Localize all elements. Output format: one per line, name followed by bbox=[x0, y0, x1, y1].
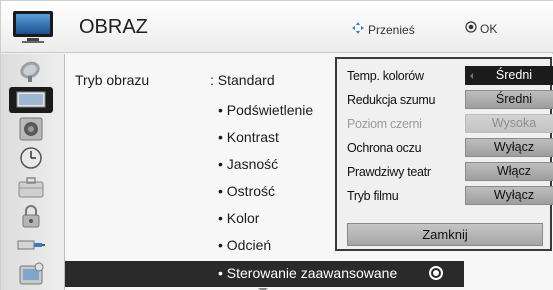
navigation-arrows-icon bbox=[351, 21, 365, 38]
arrow-left-icon[interactable] bbox=[470, 73, 473, 79]
menu-item-color[interactable]: • Kolor bbox=[218, 210, 259, 226]
setting-value[interactable]: Wyłącz bbox=[465, 186, 553, 205]
close-button[interactable]: Zamknij bbox=[347, 223, 543, 246]
setting-color-temperature[interactable]: Temp. kolorów Średni bbox=[347, 66, 553, 86]
setting-value-selector[interactable]: Średni bbox=[465, 66, 553, 85]
move-hint-label: Przenieś bbox=[368, 22, 415, 37]
setting-value[interactable]: Wyłącz bbox=[465, 138, 553, 157]
setting-label: Poziom czerni bbox=[347, 117, 422, 131]
ok-hint: OK bbox=[465, 21, 497, 36]
support-icon[interactable] bbox=[9, 261, 53, 287]
setting-noise-reduction[interactable]: Redukcja szumu Średni bbox=[347, 90, 553, 110]
suitcase-icon[interactable] bbox=[9, 174, 53, 200]
setting-value: Średni bbox=[495, 68, 533, 82]
tv-icon bbox=[11, 9, 55, 45]
category-sidebar bbox=[1, 54, 65, 290]
menu-header: OBRAZ Przenieś OK bbox=[1, 1, 553, 53]
setting-label: Ochrona oczu bbox=[347, 141, 422, 155]
ok-hint-label: OK bbox=[480, 21, 498, 36]
menu-item-advanced-control-label: • Sterowanie zaawansowane bbox=[218, 265, 398, 281]
menu-item-brightness[interactable]: • Jasność bbox=[218, 156, 278, 172]
picture-mode-value[interactable]: : Standard bbox=[210, 72, 275, 88]
setting-label: Tryb filmu bbox=[347, 189, 399, 203]
picture-mode-label: Tryb obrazu bbox=[75, 72, 150, 88]
lock-icon[interactable] bbox=[9, 203, 53, 229]
menu-item-sharpness[interactable]: • Ostrość bbox=[218, 183, 275, 199]
setting-label: Redukcja szumu bbox=[347, 93, 436, 107]
advanced-control-popup: Temp. kolorów Średni Redukcja szumu Śred… bbox=[335, 57, 553, 251]
setting-value[interactable]: Włącz bbox=[465, 162, 553, 181]
speaker-icon[interactable] bbox=[9, 116, 53, 142]
menu-item-backlight[interactable]: • Podświetlenie bbox=[218, 102, 313, 118]
setting-label: Prawdziwy teatr bbox=[347, 165, 431, 179]
setting-value: Wysoka bbox=[465, 114, 553, 133]
tv-picture-icon[interactable] bbox=[9, 87, 53, 113]
satellite-dish-icon[interactable] bbox=[9, 58, 53, 84]
setting-real-cinema[interactable]: Prawdziwy teatr Włącz bbox=[347, 162, 553, 182]
selected-indicator-icon bbox=[429, 266, 443, 280]
setting-eye-care[interactable]: Ochrona oczu Wyłącz bbox=[347, 138, 553, 158]
ok-button-icon bbox=[465, 21, 477, 36]
setting-label: Temp. kolorów bbox=[347, 69, 424, 83]
page-title: OBRAZ bbox=[79, 16, 148, 38]
setting-value[interactable]: Średni bbox=[465, 90, 553, 109]
clock-icon[interactable] bbox=[9, 145, 53, 171]
setting-film-mode[interactable]: Tryb filmu Wyłącz bbox=[347, 186, 553, 206]
input-plug-icon[interactable] bbox=[9, 232, 53, 258]
setting-black-level: Poziom czerni Wysoka bbox=[347, 114, 553, 134]
menu-item-contrast[interactable]: • Kontrast bbox=[218, 129, 279, 145]
menu-window: OBRAZ Przenieś OK Tryb obrazu: Standard… bbox=[0, 0, 553, 290]
move-hint: Przenieś bbox=[351, 21, 415, 38]
menu-item-tint[interactable]: • Odcień bbox=[218, 237, 271, 253]
